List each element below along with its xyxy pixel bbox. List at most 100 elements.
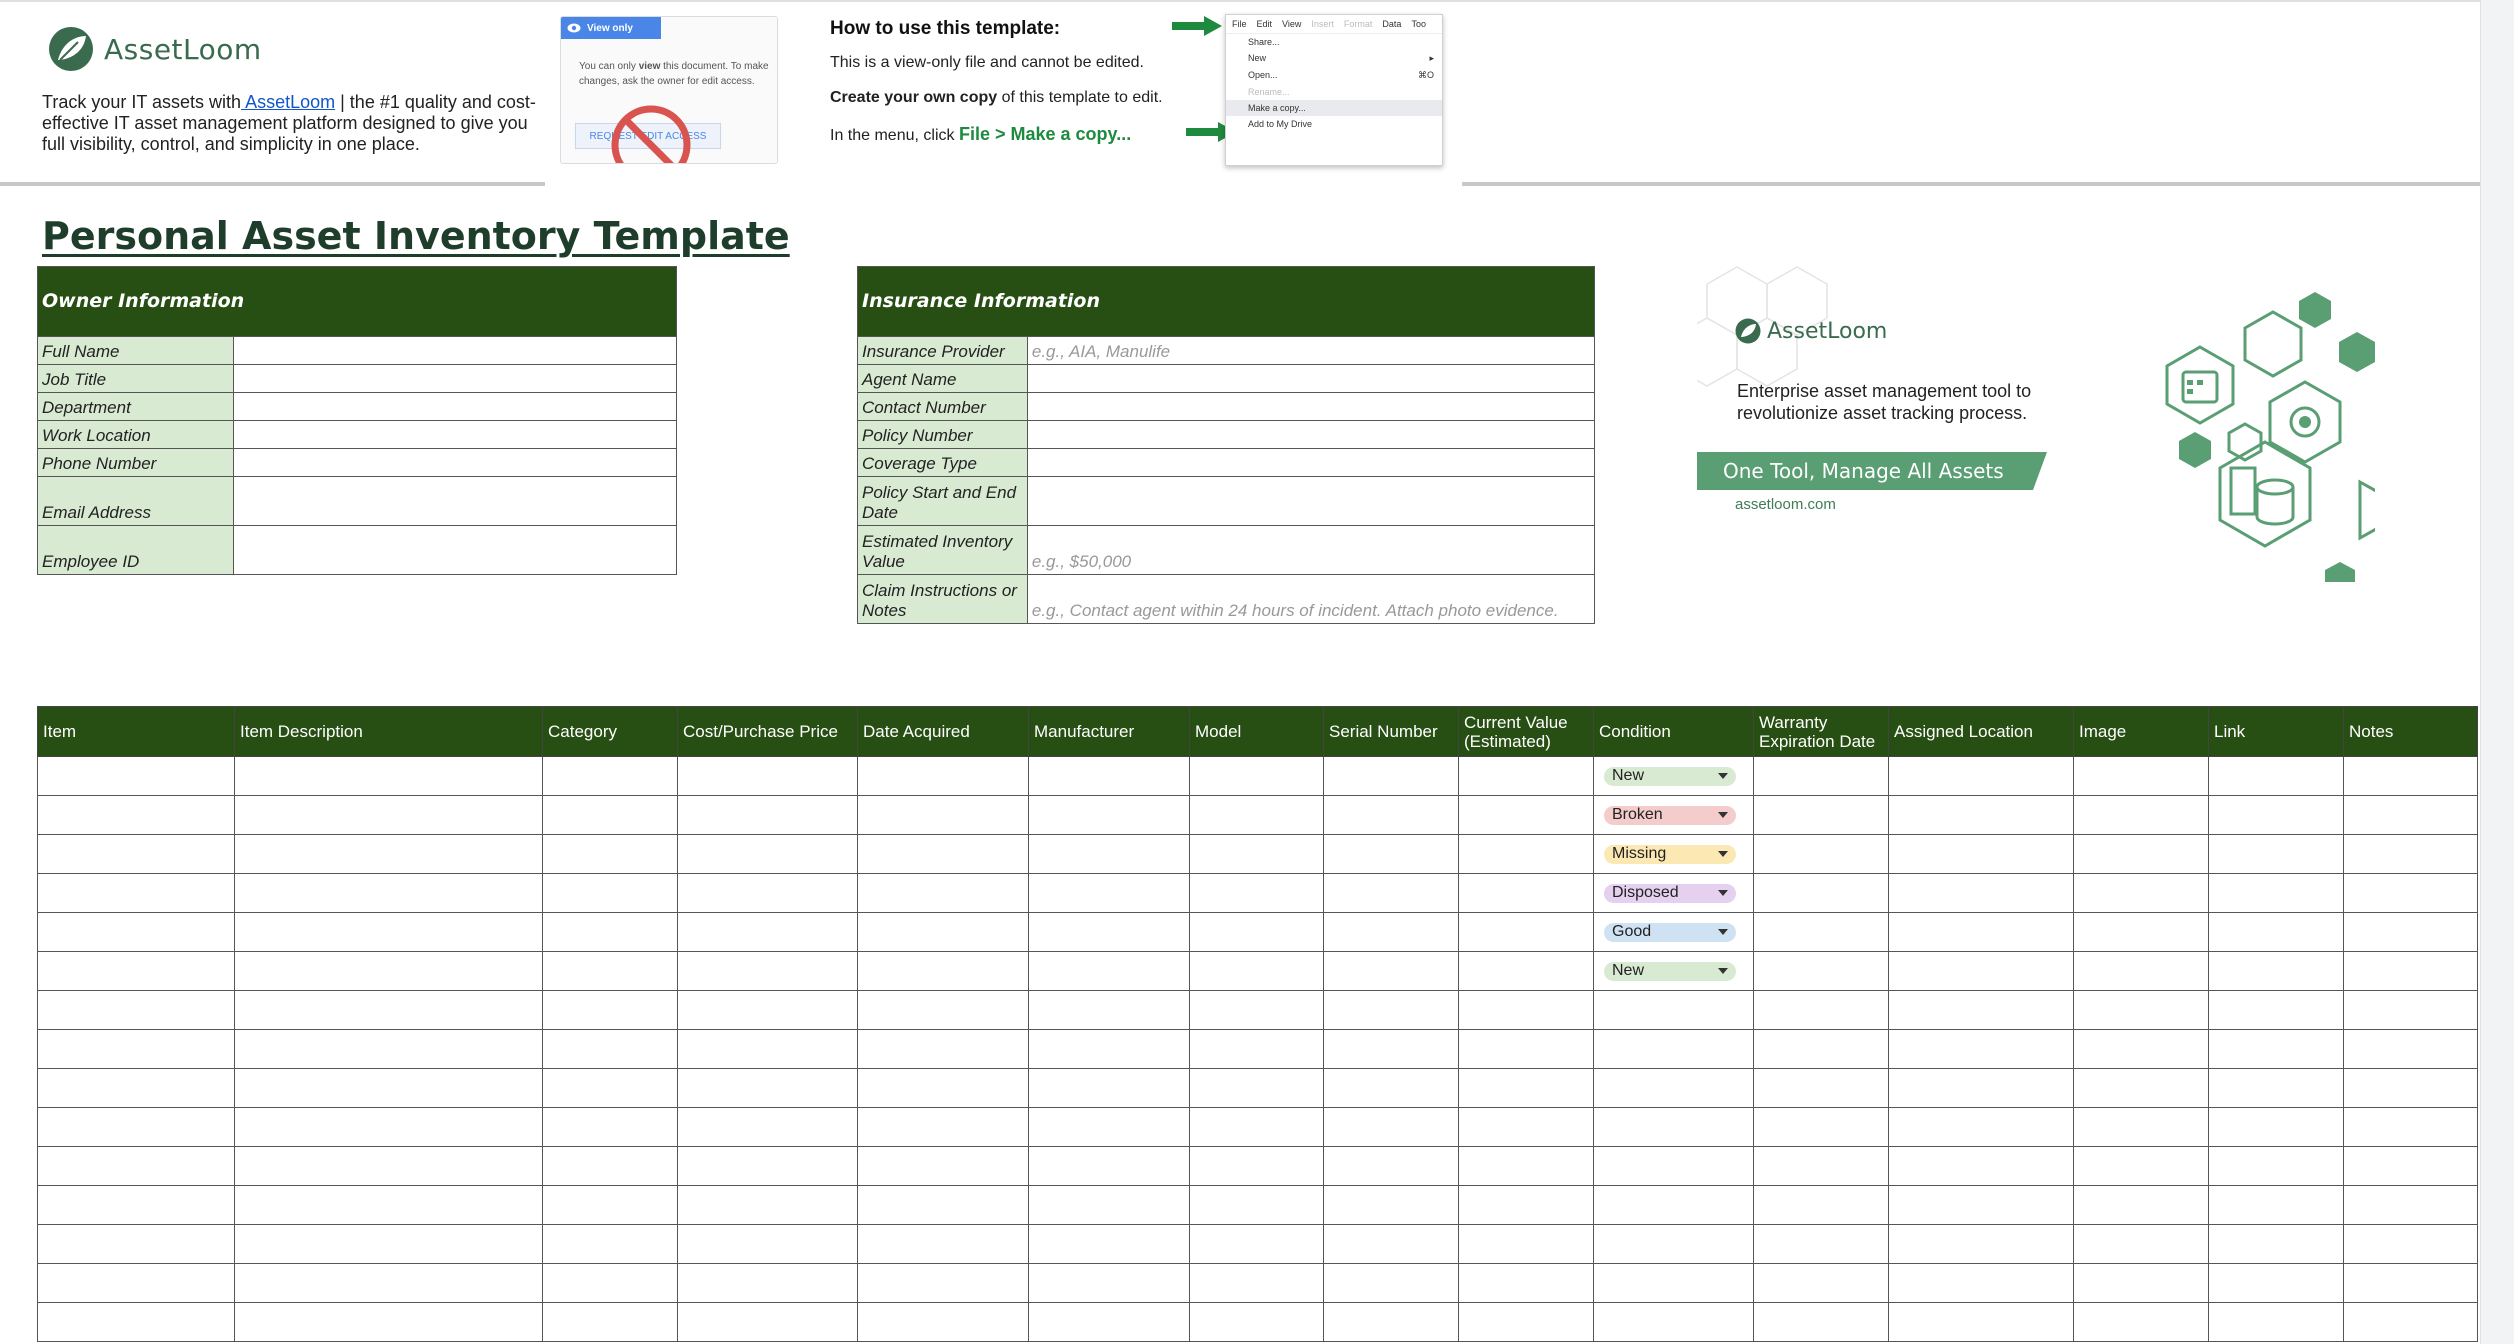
table-cell[interactable] [234, 1185, 543, 1225]
table-cell[interactable] [1189, 951, 1324, 991]
table-cell[interactable] [1189, 1185, 1324, 1225]
table-cell[interactable] [1189, 1068, 1324, 1108]
table-cell[interactable]: New [1593, 951, 1754, 991]
table-cell[interactable] [2208, 912, 2344, 952]
table-cell[interactable] [542, 873, 678, 913]
table-cell[interactable] [1888, 1263, 2074, 1303]
column-header[interactable]: Notes [2343, 706, 2478, 757]
table-cell[interactable] [234, 1107, 543, 1147]
table-cell[interactable] [2073, 1107, 2209, 1147]
table-cell[interactable] [37, 1302, 235, 1342]
table-cell[interactable] [2208, 834, 2344, 874]
info-value-cell[interactable] [232, 392, 678, 421]
table-cell[interactable] [2343, 1302, 2478, 1342]
table-cell[interactable] [1323, 912, 1459, 952]
table-cell[interactable] [1753, 1068, 1889, 1108]
table-cell[interactable] [542, 795, 678, 835]
table-cell[interactable] [2343, 834, 2478, 874]
table-cell[interactable] [1753, 912, 1889, 952]
table-cell[interactable] [1028, 834, 1190, 874]
table-cell[interactable] [677, 1029, 858, 1069]
table-cell[interactable] [234, 912, 543, 952]
table-cell[interactable] [2073, 795, 2209, 835]
table-cell[interactable] [677, 1146, 858, 1186]
table-cell[interactable] [1189, 912, 1324, 952]
condition-dropdown[interactable]: Good [1604, 922, 1736, 942]
table-cell[interactable] [1888, 834, 2074, 874]
table-cell[interactable] [1458, 990, 1594, 1030]
table-cell[interactable] [1593, 1146, 1754, 1186]
table-cell[interactable] [1753, 756, 1889, 796]
table-cell[interactable] [2073, 1263, 2209, 1303]
table-cell[interactable]: Broken [1593, 795, 1754, 835]
table-cell[interactable] [234, 1029, 543, 1069]
table-cell[interactable] [542, 1185, 678, 1225]
table-cell[interactable] [1028, 1263, 1190, 1303]
table-cell[interactable] [1323, 795, 1459, 835]
table-cell[interactable] [1458, 912, 1594, 952]
table-cell[interactable] [1323, 1263, 1459, 1303]
table-cell[interactable] [1888, 1107, 2074, 1147]
table-cell[interactable] [2073, 756, 2209, 796]
table-cell[interactable] [542, 1302, 678, 1342]
table-cell[interactable] [677, 1185, 858, 1225]
table-cell[interactable] [1189, 1263, 1324, 1303]
table-cell[interactable] [1888, 756, 2074, 796]
table-cell[interactable] [677, 795, 858, 835]
table-cell[interactable] [1753, 1146, 1889, 1186]
table-cell[interactable] [2343, 1029, 2478, 1069]
table-cell[interactable] [1458, 1302, 1594, 1342]
info-value-cell[interactable] [232, 525, 678, 575]
table-cell[interactable] [1458, 1224, 1594, 1264]
table-cell[interactable] [37, 834, 235, 874]
table-cell[interactable] [677, 1107, 858, 1147]
table-cell[interactable] [1888, 990, 2074, 1030]
table-cell[interactable] [1028, 951, 1190, 991]
table-cell[interactable] [1888, 912, 2074, 952]
table-cell[interactable] [1323, 1185, 1459, 1225]
table-cell[interactable] [1189, 1302, 1324, 1342]
table-cell[interactable] [857, 873, 1029, 913]
table-cell[interactable] [857, 1224, 1029, 1264]
condition-dropdown[interactable]: New [1604, 961, 1736, 981]
side-scroll-strip[interactable] [2480, 0, 2514, 1344]
condition-dropdown[interactable]: Disposed [1604, 883, 1736, 903]
condition-dropdown[interactable]: Missing [1604, 844, 1736, 864]
table-cell[interactable] [1189, 990, 1324, 1030]
table-cell[interactable] [1323, 1029, 1459, 1069]
table-cell[interactable] [857, 1029, 1029, 1069]
table-cell[interactable] [1189, 795, 1324, 835]
table-cell[interactable] [234, 795, 543, 835]
table-cell[interactable] [1593, 1029, 1754, 1069]
table-cell[interactable] [1323, 873, 1459, 913]
table-cell[interactable] [1189, 1224, 1324, 1264]
column-header[interactable]: Item Description [234, 706, 543, 757]
table-cell[interactable] [1888, 1146, 2074, 1186]
table-cell[interactable] [2208, 1107, 2344, 1147]
table-cell[interactable] [2343, 1263, 2478, 1303]
info-value-cell[interactable] [1026, 420, 1596, 449]
info-value-cell[interactable] [232, 448, 678, 477]
table-cell[interactable] [1593, 1302, 1754, 1342]
table-cell[interactable] [857, 1302, 1029, 1342]
table-cell[interactable] [857, 951, 1029, 991]
table-cell[interactable] [857, 1185, 1029, 1225]
info-value-cell[interactable] [1026, 476, 1596, 526]
assetloom-ad[interactable]: AssetLoom Enterprise asset management to… [1697, 262, 2377, 582]
table-cell[interactable] [1028, 990, 1190, 1030]
table-cell[interactable] [1323, 1068, 1459, 1108]
table-cell[interactable] [542, 1263, 678, 1303]
column-header[interactable]: Serial Number [1323, 706, 1459, 757]
table-cell[interactable] [677, 756, 858, 796]
table-cell[interactable] [2343, 951, 2478, 991]
table-cell[interactable] [2208, 756, 2344, 796]
table-cell[interactable] [2343, 756, 2478, 796]
table-cell[interactable]: New [1593, 756, 1754, 796]
table-cell[interactable] [677, 873, 858, 913]
info-value-cell[interactable] [232, 336, 678, 365]
table-cell[interactable] [1323, 834, 1459, 874]
table-cell[interactable] [37, 795, 235, 835]
table-cell[interactable] [1593, 1224, 1754, 1264]
table-cell[interactable] [1753, 1107, 1889, 1147]
condition-dropdown[interactable]: New [1604, 766, 1736, 786]
